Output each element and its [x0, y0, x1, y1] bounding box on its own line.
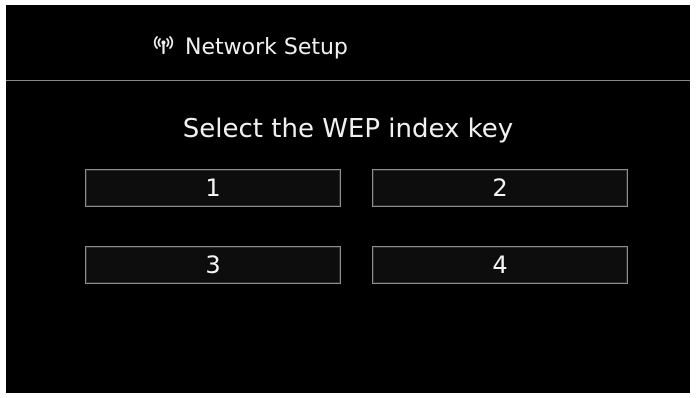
wireless-signal-icon	[150, 33, 185, 61]
prompt-text: Select the WEP index key	[182, 114, 514, 144]
wep-key-2-button[interactable]: 2	[372, 169, 628, 207]
wep-key-3-button[interactable]: 3	[85, 246, 341, 284]
header-bar: Network Setup	[6, 5, 690, 81]
page-title: Network Setup	[150, 33, 348, 61]
wep-key-4-button[interactable]: 4	[372, 246, 628, 284]
camera-screen: Network Setup Select the WEP index key 1…	[6, 5, 690, 393]
page-title-text: Network Setup	[185, 34, 348, 60]
wep-key-1-button[interactable]: 1	[85, 169, 341, 207]
